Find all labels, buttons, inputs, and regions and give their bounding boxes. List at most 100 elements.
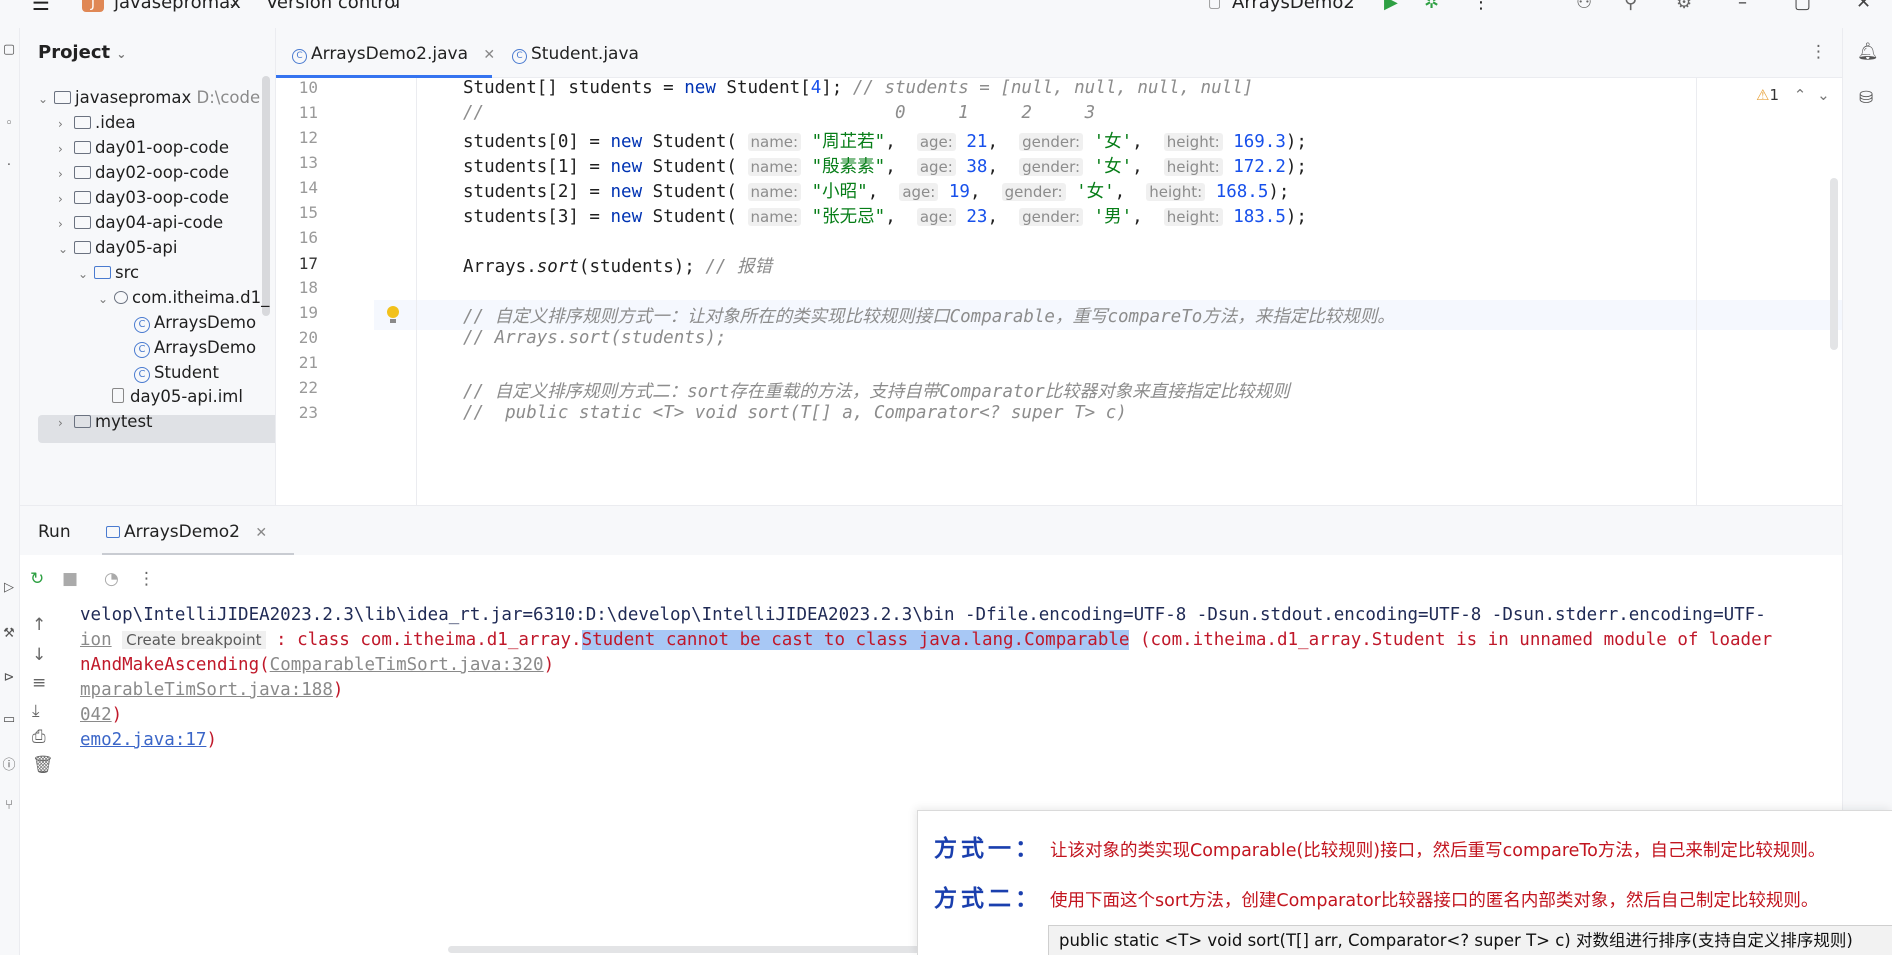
chevron-down-icon: ⌄ — [78, 267, 89, 281]
close-window-icon[interactable]: ✕ — [1856, 0, 1871, 14]
method-signature-box: public static <T> void sort(T[] arr, Com… — [1048, 925, 1892, 955]
run-tool-icon[interactable]: ▷ — [0, 580, 18, 598]
database-icon[interactable]: ⛁ — [1859, 88, 1873, 108]
tab-student[interactable]: C Student.java — [512, 44, 639, 64]
iml-file-icon — [112, 388, 124, 403]
terminal-tool-icon[interactable]: ▭ — [0, 712, 18, 730]
create-breakpoint-button[interactable]: Create breakpoint — [122, 631, 266, 649]
overlay-text: 使用下面这个sort方法，创建Comparator比较器接口的匿名内部类对象，然… — [1050, 891, 1819, 911]
tree-item-day05[interactable]: ⌄ day05-api — [58, 234, 177, 262]
tree-item-label: Student — [154, 363, 219, 382]
tree-item-arraysdemo2[interactable]: C ArraysDemo — [134, 334, 256, 362]
tree-item-src[interactable]: ⌄ src — [78, 259, 139, 287]
stacktrace-link[interactable]: emo2.java:17 — [80, 730, 206, 750]
stop-icon[interactable]: ■ — [62, 569, 78, 589]
more-actions-icon[interactable]: ⋮ — [1472, 0, 1490, 14]
tree-item-day03[interactable]: › day03-oop-code — [58, 184, 229, 212]
param-hint: name: — [747, 208, 802, 226]
title-bar: ☰ J javasepromax ⌄ Version control ⌄ ▢ A… — [0, 0, 1892, 28]
param-hint: gender: — [1019, 158, 1084, 176]
print-icon[interactable]: ⎙ — [32, 727, 46, 747]
tree-item-mytest[interactable]: › mytest — [58, 408, 153, 436]
settings-icon[interactable]: ⚙ — [1676, 0, 1692, 14]
class-icon: C — [512, 49, 527, 64]
vcs-menu[interactable]: Version control — [266, 0, 400, 14]
editor-scrollbar[interactable] — [1830, 178, 1838, 350]
tree-item-package[interactable]: ⌄ com.itheima.d1_ — [98, 284, 269, 312]
module-folder-icon — [54, 91, 71, 104]
stacktrace-link[interactable]: mparableTimSort.java:188 — [80, 680, 333, 700]
console-link[interactable]: ion — [80, 630, 112, 650]
tree-item-javasepromax[interactable]: ⌄ javasepromax D:\code — [38, 84, 260, 112]
search-icon[interactable]: ⚲ — [1624, 0, 1637, 14]
lightbulb-icon[interactable] — [386, 306, 400, 324]
project-badge[interactable]: J — [82, 0, 104, 12]
structure-tool-icon[interactable]: · — [0, 158, 18, 176]
tree-item-iml[interactable]: day05-api.iml — [112, 383, 243, 411]
tree-item-idea[interactable]: › .idea — [58, 109, 136, 137]
chevron-up-icon[interactable]: ⌃ — [1794, 86, 1807, 104]
debug-icon[interactable]: ✲ — [1424, 0, 1439, 14]
left-tool-strip: ▢ ◦ · ▷ ⚒ ⊳ ▭ ⓘ ⑂ — [0, 28, 20, 955]
commit-tool-icon[interactable]: ◦ — [0, 116, 18, 134]
line-number: 16 — [298, 228, 318, 247]
param-hint: age: — [916, 133, 956, 151]
code-editor[interactable]: 10 11 12 13 14 15 16 17 18 19 20 21 22 2… — [276, 78, 1842, 505]
console-line: nAndMakeAscending(ComparableTimSort.java… — [80, 655, 555, 675]
project-panel-title[interactable]: Project ⌄ — [38, 42, 126, 63]
param-hint: height: — [1163, 158, 1223, 176]
run-tab-arraysdemo2[interactable]: ArraysDemo2 ✕ — [106, 522, 267, 542]
more-actions-icon[interactable]: ⋮ — [138, 569, 155, 589]
build-tool-icon[interactable]: ⚒ — [0, 626, 18, 644]
line-number: 11 — [298, 103, 318, 122]
rerun-icon[interactable]: ↻ — [30, 569, 44, 589]
services-tool-icon[interactable]: ⊳ — [0, 670, 18, 688]
project-scrollbar[interactable] — [262, 76, 270, 316]
editor-tab-bar: C ArraysDemo2.java ✕ C Student.java ⋮ — [276, 28, 1842, 78]
chevron-down-icon[interactable]: ⌄ — [1817, 86, 1830, 104]
param-hint: height: — [1163, 133, 1223, 151]
close-tab-icon[interactable]: ✕ — [255, 525, 267, 541]
arrow-down-icon[interactable]: ↓ — [32, 645, 46, 665]
code-line: students[0] = new Student( name: "周芷若", … — [463, 132, 1307, 152]
param-hint: age: — [899, 183, 939, 201]
minimize-icon[interactable]: – — [1738, 0, 1747, 14]
tree-item-day01[interactable]: › day01-oop-code — [58, 134, 229, 162]
scroll-to-end-icon[interactable]: ⤓ — [32, 701, 40, 721]
tab-arraysdemo2[interactable]: C ArraysDemo2.java ✕ — [292, 44, 495, 64]
project-tool-icon[interactable]: ▢ — [0, 42, 18, 60]
project-switcher[interactable]: javasepromax — [114, 0, 241, 14]
gutter-divider — [416, 78, 417, 505]
arrow-up-icon[interactable]: ↑ — [32, 615, 46, 635]
line-number: 17 — [298, 254, 318, 273]
notifications-icon[interactable]: 🔔︎ — [1857, 42, 1879, 62]
maximize-icon[interactable]: ▢ — [1794, 0, 1811, 14]
inspection-widget[interactable]: ⚠1 ⌃ ⌄ — [1756, 86, 1830, 104]
run-icon[interactable]: ▶ — [1384, 0, 1398, 14]
git-tool-icon[interactable]: ⑂ — [0, 798, 18, 816]
tree-item-day04[interactable]: › day04-api-code — [58, 209, 223, 237]
add-user-icon[interactable]: ⚇ — [1576, 0, 1592, 14]
close-tab-icon[interactable]: ✕ — [483, 47, 495, 63]
code-line: // public static <T> void sort(T[] a, Co… — [463, 403, 1127, 423]
class-icon: C — [134, 342, 150, 358]
line-number: 13 — [298, 153, 318, 172]
stacktrace-link[interactable]: 042 — [80, 705, 112, 725]
trash-icon[interactable]: 🗑︎ — [32, 755, 54, 775]
tree-item-label: mytest — [95, 412, 153, 431]
tree-item-label: day04-api-code — [95, 213, 224, 232]
run-config-icon — [106, 526, 120, 538]
problems-tool-icon[interactable]: ⓘ — [0, 754, 18, 773]
tab-actions-icon[interactable]: ⋮ — [1810, 42, 1827, 62]
param-hint: gender: — [1019, 208, 1084, 226]
main-menu-icon[interactable]: ☰ — [32, 0, 50, 14]
soft-wrap-icon[interactable]: ≡ — [32, 673, 46, 693]
profiler-icon[interactable]: ◔ — [104, 569, 119, 589]
line-number: 21 — [298, 353, 318, 372]
run-config-selector[interactable]: ArraysDemo2 — [1232, 0, 1355, 14]
console-line: velop\IntelliJIDEA2023.2.3\lib\idea_rt.j… — [80, 605, 1766, 625]
tree-item-arraysdemo1[interactable]: C ArraysDemo — [134, 309, 256, 337]
tree-item-label: ArraysDemo — [154, 313, 257, 332]
tree-item-day02[interactable]: › day02-oop-code — [58, 159, 229, 187]
stacktrace-link[interactable]: ComparableTimSort.java:320 — [270, 655, 544, 675]
